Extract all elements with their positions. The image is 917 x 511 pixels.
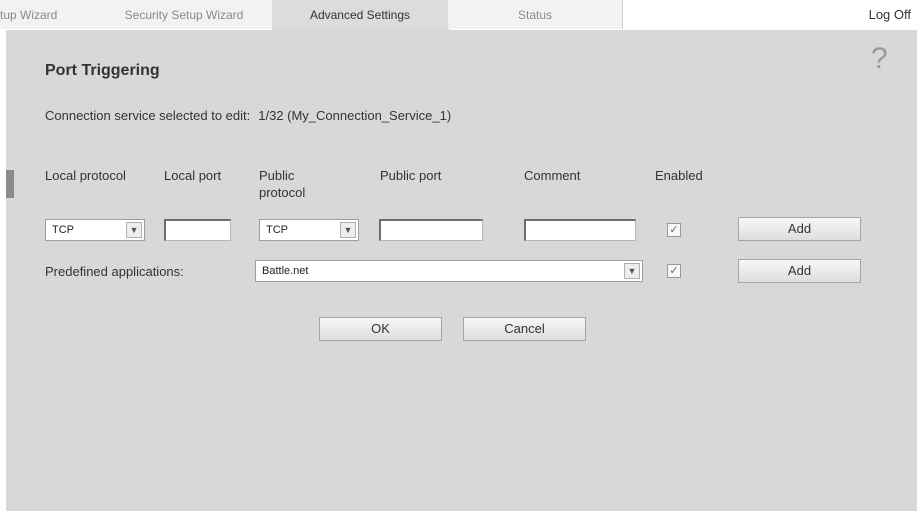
header-enabled: Enabled <box>655 168 703 183</box>
ok-button[interactable]: OK <box>319 317 442 341</box>
chevron-down-icon[interactable]: ▼ <box>624 263 640 279</box>
help-icon[interactable]: ? <box>871 44 888 74</box>
predefined-enabled-checkbox[interactable]: ✓ <box>667 264 681 278</box>
left-edge <box>0 30 6 511</box>
tab-advanced-settings[interactable]: Advanced Settings <box>272 0 449 30</box>
top-navigation-bar: tup Wizard Security Setup Wizard Advance… <box>0 0 917 30</box>
local-port-input[interactable] <box>164 219 231 241</box>
tab-label: tup Wizard <box>0 8 58 22</box>
predefined-applications-label: Predefined applications: <box>45 264 184 279</box>
add-predefined-button[interactable]: Add <box>738 259 861 283</box>
chevron-down-icon[interactable]: ▼ <box>340 222 356 238</box>
connection-label: Connection service selected to edit: <box>45 108 251 123</box>
header-public-protocol-line1: Public <box>259 168 295 183</box>
header-local-protocol: Local protocol <box>45 168 126 183</box>
tab-label: Security Setup Wizard <box>124 8 244 22</box>
comment-input[interactable] <box>524 219 636 241</box>
header-public-port: Public port <box>380 168 442 183</box>
header-comment: Comment <box>524 168 581 183</box>
public-protocol-select[interactable]: TCP ▼ <box>259 219 359 241</box>
header-public-protocol: Public protocol <box>259 167 305 201</box>
local-protocol-select[interactable]: TCP ▼ <box>45 219 145 241</box>
predefined-application-select[interactable]: Battle.net ▼ <box>255 260 643 282</box>
tab-label: Advanced Settings <box>309 8 411 22</box>
header-local-port: Local port <box>164 168 222 183</box>
enabled-checkbox[interactable]: ✓ <box>667 223 681 237</box>
public-protocol-value: TCP <box>266 224 288 236</box>
chevron-down-icon[interactable]: ▼ <box>126 222 142 238</box>
connection-info: Connection service selected to edit: 1/32… <box>45 108 451 123</box>
header-public-protocol-line2: protocol <box>259 185 306 200</box>
checkmark-icon: ✓ <box>669 224 679 236</box>
predefined-application-value: Battle.net <box>262 265 309 277</box>
sidebar-handle[interactable] <box>6 170 14 198</box>
public-port-input[interactable] <box>379 219 483 241</box>
tab-setup-wizard[interactable]: tup Wizard <box>0 0 97 29</box>
tab-security-setup-wizard[interactable]: Security Setup Wizard <box>96 0 273 29</box>
tab-label: Status <box>517 8 553 22</box>
local-protocol-value: TCP <box>52 224 74 236</box>
add-rule-button[interactable]: Add <box>738 217 861 241</box>
logoff-link[interactable]: Log Off <box>869 0 911 30</box>
tab-status[interactable]: Status <box>448 0 623 29</box>
cancel-button[interactable]: Cancel <box>463 317 586 341</box>
page-title: Port Triggering <box>45 62 160 79</box>
checkmark-icon: ✓ <box>669 265 679 277</box>
connection-value: 1/32 (My_Connection_Service_1) <box>258 108 452 123</box>
